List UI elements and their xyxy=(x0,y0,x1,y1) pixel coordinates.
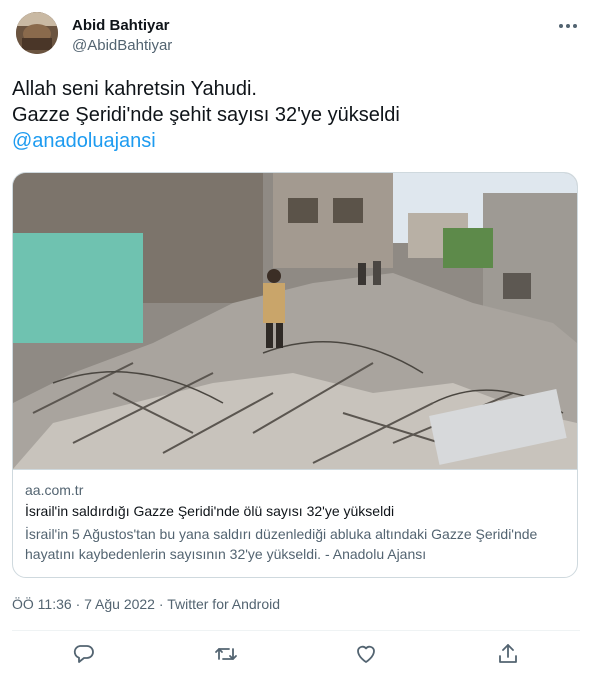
card-domain: aa.com.tr xyxy=(25,482,84,498)
avatar[interactable] xyxy=(16,12,58,54)
retweet-icon[interactable] xyxy=(214,642,238,666)
meta-separator: · xyxy=(158,596,164,612)
tweet-meta: ÖÖ 11:36 · 7 Ağu 2022 · Twitter for Andr… xyxy=(12,596,280,612)
tweet-line-1: Allah seni kahretsin Yahudi. xyxy=(12,78,257,100)
action-bar xyxy=(0,636,600,674)
author-handle[interactable]: @AbidBahtiyar xyxy=(72,37,172,54)
card-info[interactable]: aa.com.tr İsrail'in saldırdığı Gazze Şer… xyxy=(13,469,577,577)
card-title: İsrail'in saldırdığı Gazze Şeridi'nde öl… xyxy=(25,503,395,519)
card-image[interactable] xyxy=(13,173,577,469)
tweet-source[interactable]: Twitter for Android xyxy=(167,596,280,612)
more-icon[interactable] xyxy=(556,14,580,38)
card-description: İsrail'in 5 Ağustos'tan bu yana saldırı … xyxy=(25,526,538,562)
avatar-image xyxy=(16,12,58,54)
author-name[interactable]: Abid Bahtiyar xyxy=(72,17,170,34)
mention-link[interactable]: @anadoluajansi xyxy=(12,128,584,154)
divider xyxy=(12,630,580,631)
tweet-date[interactable]: 7 Ağu 2022 xyxy=(84,596,155,612)
share-icon[interactable] xyxy=(496,642,520,666)
tweet-time[interactable]: ÖÖ 11:36 xyxy=(12,596,72,612)
meta-separator: · xyxy=(75,596,81,612)
tweet-header: Abid Bahtiyar @AbidBahtiyar xyxy=(16,12,584,60)
tweet-line-2: Gazze Şeridi'nde şehit sayısı 32'ye yüks… xyxy=(12,104,400,126)
reply-icon[interactable] xyxy=(72,642,96,666)
like-icon[interactable] xyxy=(354,642,378,666)
tweet-text: Allah seni kahretsin Yahudi. Gazze Şerid… xyxy=(12,76,584,154)
link-card[interactable]: aa.com.tr İsrail'in saldırdığı Gazze Şer… xyxy=(12,172,578,578)
